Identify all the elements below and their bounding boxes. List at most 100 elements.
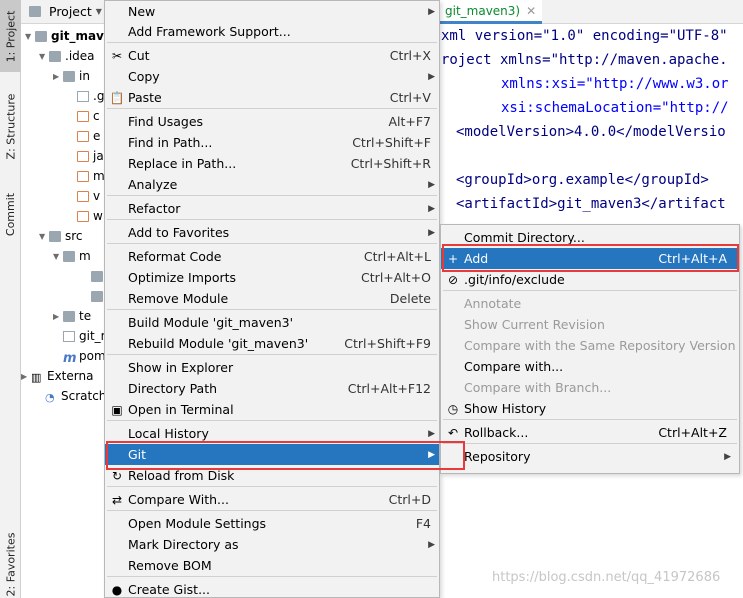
code-line-6[interactable]: <groupId>org.example</groupId> [456,170,709,190]
chevron-down-icon[interactable]: ▼ [96,7,102,16]
menu-separator [107,420,437,421]
tree-row[interactable]: m [67,166,105,186]
tree-row[interactable]: ja [67,146,104,166]
menu-item-directory-path[interactable]: Directory Path Ctrl+Alt+F12 [105,378,439,399]
git-menu-item-label: Add [464,251,489,266]
structure-tool-tab[interactable]: Z: Structure [0,86,21,166]
git-menu-item-repository[interactable]: Repository ▶ [441,446,739,467]
menu-item-remove-module[interactable]: Remove Module Delete [105,288,439,309]
code-line-3[interactable]: xmlns:xsi="http://www.w3.or [501,74,729,94]
collapse-arrow-icon[interactable]: ▶ [53,72,63,81]
menu-item-show-in-explorer[interactable]: Show in Explorer [105,357,439,378]
collapse-arrow-icon[interactable]: ▶ [53,312,63,321]
project-tool-tab[interactable]: 1: Project [0,0,21,72]
code-line-2[interactable]: roject xmlns="http://maven.apache. [441,50,728,70]
menu-item-shortcut: Ctrl+Shift+F [352,135,431,150]
submenu-arrow-icon: ▶ [428,227,435,238]
git-menu-item-compare-with-the-same-repository-version: Compare with the Same Repository Version [441,335,739,356]
expand-arrow-icon[interactable]: ▼ [39,52,49,61]
tree-row[interactable]: ▼ src [39,226,83,246]
tree-row[interactable]: v [67,186,100,206]
menu-item-open-in-terminal[interactable]: ▣ Open in Terminal [105,399,439,420]
tree-row[interactable]: ▶ te [53,306,91,326]
submenu-arrow-icon: ▶ [428,71,435,82]
menu-item-optimize-imports[interactable]: Optimize Imports Ctrl+Alt+O [105,267,439,288]
tree-row[interactable]: m pom [53,346,106,366]
git-menu-item-add[interactable]: + Add Ctrl+Alt+A [441,248,739,269]
tree-row[interactable]: .g [67,86,104,106]
menu-item-cut[interactable]: ✂ Cut Ctrl+X [105,45,439,66]
code-line-4[interactable]: xsi:schemaLocation="http:// [501,98,729,118]
menu-item-mark-directory-as[interactable]: Mark Directory as ▶ [105,534,439,555]
git-menu-item-label: Commit Directory... [464,230,585,245]
submenu-arrow-icon: ▶ [428,179,435,190]
menu-item-copy[interactable]: Copy ▶ [105,66,439,87]
menu-item-create-gist[interactable]: ● Create Gist... [105,579,439,598]
menu-item-reformat-code[interactable]: Reformat Code Ctrl+Alt+L [105,246,439,267]
menu-item-shortcut: Delete [389,291,431,306]
git-menu-item-rollback[interactable]: ↶ Rollback... Ctrl+Alt+Z [441,422,739,443]
tree-row[interactable]: ▶ ▥ Externa [21,366,93,386]
menu-item-new[interactable]: New ▶ [105,1,439,22]
structure-tool-tab-label: Z: Structure [4,93,18,159]
menu-item-open-module-settings[interactable]: Open Module Settings F4 [105,513,439,534]
code-line-5[interactable]: <modelVersion>4.0.0</modelVersio [456,122,726,142]
tree-row-label: git_mav [51,29,104,43]
menu-separator [107,219,437,220]
close-icon[interactable]: ✕ [526,4,536,18]
expand-arrow-icon[interactable]: ▼ [53,252,63,261]
tree-row[interactable]: ▶ in [53,66,90,86]
menu-item-git[interactable]: Git ▶ [105,444,439,465]
expand-arrow-icon[interactable]: ▼ [25,32,35,41]
git-menu-item-compare-with[interactable]: Compare with... [441,356,739,377]
menu-item-shortcut: Ctrl+Shift+R [350,156,431,171]
menu-item-analyze[interactable]: Analyze ▶ [105,174,439,195]
editor-tab-pom[interactable]: git_maven3) ✕ [439,0,543,24]
menu-item-local-history[interactable]: Local History ▶ [105,423,439,444]
collapse-arrow-icon[interactable]: ▶ [21,372,31,381]
git-menu-item-label: Compare with the Same Repository Version [464,338,736,353]
menu-item-label: Git [128,447,147,462]
git-menu-item-show-history[interactable]: ◷ Show History [441,398,739,419]
menu-item-label: Remove BOM [128,558,212,573]
tree-row[interactable]: ▼ .idea [39,46,95,66]
menu-item-refactor[interactable]: Refactor ▶ [105,198,439,219]
menu-item-label: Mark Directory as [128,537,239,552]
menu-item-find-in-path[interactable]: Find in Path... Ctrl+Shift+F [105,132,439,153]
tree-row[interactable]: ◔ Scratch [35,386,106,406]
favorites-tool-tab[interactable]: 2: Favorites [0,530,21,598]
menu-item-shortcut: Ctrl+Alt+O [361,270,431,285]
tree-row[interactable]: ▼ m [53,246,91,266]
menu-item-shortcut: Ctrl+Alt+F12 [347,381,431,396]
tree-row[interactable]: ▼ git_mav [25,26,104,46]
menu-item-reload-from-disk[interactable]: ↻ Reload from Disk [105,465,439,486]
history-icon: ◷ [447,401,459,416]
menu-item-label: Directory Path [128,381,218,396]
project-panel-header[interactable]: Project ▼ [21,0,111,24]
git-menu-item-git-info-exclude[interactable]: ⊘ .git/info/exclude [441,269,739,290]
menu-item-remove-bom[interactable]: Remove BOM [105,555,439,576]
code-line-7[interactable]: <artifactId>git_maven3</artifact [456,194,726,214]
git-menu-item-label: .git/info/exclude [464,272,565,287]
menu-item-paste[interactable]: 📋 Paste Ctrl+V [105,87,439,108]
menu-item-compare-with[interactable]: ⇄ Compare With... Ctrl+D [105,489,439,510]
maven-icon: m [63,350,77,366]
menu-item-replace-in-path[interactable]: Replace in Path... Ctrl+Shift+R [105,153,439,174]
tree-row[interactable]: e [67,126,100,146]
expand-arrow-icon[interactable]: ▼ [39,232,49,241]
tree-row[interactable]: c [67,106,100,126]
tree-row-label: .idea [65,49,95,63]
submenu-arrow-icon: ▶ [428,6,435,17]
git-menu-item-commit-directory[interactable]: Commit Directory... [441,227,739,248]
menu-item-find-usages[interactable]: Find Usages Alt+F7 [105,111,439,132]
menu-item-build-module-git-maven3[interactable]: Build Module 'git_maven3' [105,312,439,333]
menu-item-add-framework-support[interactable]: Add Framework Support... [105,21,439,42]
tree-row[interactable]: git_m [53,326,111,346]
menu-separator [107,510,437,511]
tree-row[interactable]: w [67,206,103,226]
menu-item-label: Copy [128,69,160,84]
commit-tool-tab[interactable]: Commit [0,186,21,242]
menu-item-add-to-favorites[interactable]: Add to Favorites ▶ [105,222,439,243]
menu-item-rebuild-module-git-maven3[interactable]: Rebuild Module 'git_maven3' Ctrl+Shift+F9 [105,333,439,354]
code-line-1[interactable]: xml version="1.0" encoding="UTF-8" [441,26,728,46]
